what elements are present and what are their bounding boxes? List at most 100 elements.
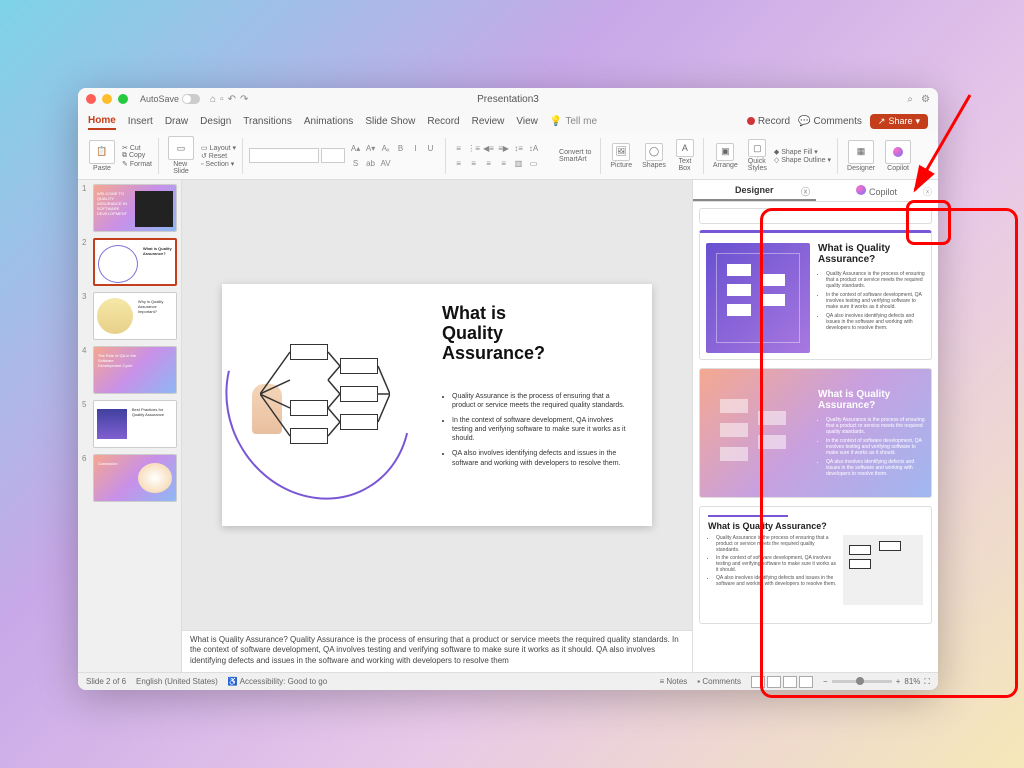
section-button[interactable]: ▫ Section ▾ [201, 160, 236, 168]
zoom-level[interactable]: 81% [904, 677, 920, 686]
panel-tab-copilot[interactable]: Copilotⓧ [816, 181, 939, 201]
align-right-icon[interactable]: ≡ [482, 157, 495, 170]
close-icon[interactable] [86, 94, 96, 104]
numbering-icon[interactable]: ⋮≡ [467, 142, 480, 155]
save-icon[interactable]: ▫ [220, 94, 224, 105]
thumbnail-6[interactable]: Conclusion [93, 454, 177, 502]
tab-insert[interactable]: Insert [128, 114, 153, 129]
font-size-input[interactable] [321, 148, 345, 163]
bullets-icon[interactable]: ≡ [452, 142, 465, 155]
design-suggestion-3[interactable]: What is Quality Assurance? Quality Assur… [699, 506, 932, 624]
tab-slideshow[interactable]: Slide Show [365, 114, 415, 129]
record-button[interactable]: Record [747, 116, 790, 127]
thumbnail-2[interactable]: What is Quality Assurance? [93, 238, 177, 286]
tab-draw[interactable]: Draw [165, 114, 188, 129]
copy-button[interactable]: ⧉ Copy [122, 152, 152, 160]
panel-search[interactable] [699, 208, 932, 224]
tell-me[interactable]: 💡 Tell me [550, 116, 597, 127]
quickstyles-button[interactable]: ▢Quick Styles [745, 139, 770, 172]
slide-body[interactable]: Quality Assurance is the process of ensu… [442, 392, 632, 474]
zoom-in-icon[interactable]: + [896, 677, 901, 686]
underline-icon[interactable]: U [424, 142, 437, 155]
suggestion-thumbnail [706, 243, 810, 353]
slide-title[interactable]: What is Quality Assurance? [442, 304, 545, 363]
bold-icon[interactable]: B [394, 142, 407, 155]
close-icon[interactable]: ⓧ [923, 185, 932, 198]
thumbnail-4[interactable]: The Role of QA in the Software Developme… [93, 346, 177, 394]
strike-icon[interactable]: S [349, 157, 362, 170]
close-icon[interactable]: ⓧ [801, 185, 810, 198]
decrease-font-icon[interactable]: A▾ [364, 142, 377, 155]
zoom-slider[interactable] [832, 680, 892, 683]
align-text-icon[interactable]: ▭ [527, 157, 540, 170]
columns-icon[interactable]: ▥ [512, 157, 525, 170]
new-slide-button[interactable]: ▭New Slide [165, 136, 197, 175]
thumbnail-3[interactable]: Why is Quality Assurance Important? [93, 292, 177, 340]
italic-icon[interactable]: I [409, 142, 422, 155]
design-suggestion-2[interactable]: What is Quality Assurance? Quality Assur… [699, 368, 932, 498]
cut-button[interactable]: ✂ Cut [122, 144, 152, 152]
tab-view[interactable]: View [516, 114, 538, 129]
sorter-view-icon[interactable] [767, 676, 781, 688]
redo-icon[interactable]: ↷ [240, 94, 248, 105]
convert-smartart[interactable]: Convert to SmartArt [556, 149, 594, 163]
thumbnail-1[interactable]: WELCOME TO QUALITY ASSURANCE IN SOFTWARE… [93, 184, 177, 232]
panel-tabs: Designerⓧ Copilotⓧ [693, 180, 938, 202]
slideshow-view-icon[interactable] [799, 676, 813, 688]
shapes-button[interactable]: ◯Shapes [639, 143, 669, 169]
shape-outline-button[interactable]: ◇ Shape Outline ▾ [774, 156, 831, 164]
textbox-button[interactable]: AText Box [673, 139, 697, 172]
tab-review[interactable]: Review [472, 114, 505, 129]
clear-format-icon[interactable]: Aₓ [379, 142, 392, 155]
increase-font-icon[interactable]: A▴ [349, 142, 362, 155]
layout-button[interactable]: ▭ Layout ▾ [201, 144, 236, 152]
tab-home[interactable]: Home [88, 113, 116, 130]
reading-view-icon[interactable] [783, 676, 797, 688]
reset-button[interactable]: ↺ Reset [201, 152, 236, 160]
tab-design[interactable]: Design [200, 114, 231, 129]
panel-tab-designer[interactable]: Designerⓧ [693, 181, 816, 201]
design-suggestion-1[interactable]: What is Quality Assurance? Quality Assur… [699, 230, 932, 360]
justify-icon[interactable]: ≡ [497, 157, 510, 170]
arrange-button[interactable]: ▣Arrange [710, 143, 741, 169]
normal-view-icon[interactable] [751, 676, 765, 688]
tab-transitions[interactable]: Transitions [243, 114, 292, 129]
zoom-out-icon[interactable]: − [823, 677, 828, 686]
thumbnail-5[interactable]: Best Practices for Quality Assurance [93, 400, 177, 448]
search-icon[interactable]: ⌕ [907, 94, 913, 105]
line-spacing-icon[interactable]: ↕≡ [512, 142, 525, 155]
notes-toggle[interactable]: ≡ Notes [659, 677, 687, 686]
speaker-notes[interactable]: What is Quality Assurance? Quality Assur… [182, 630, 692, 672]
copilot-button[interactable]: Copilot [882, 140, 914, 172]
language-indicator[interactable]: English (United States) [136, 677, 218, 686]
comments-button[interactable]: 💬 Comments [798, 116, 862, 127]
fit-icon[interactable]: ⛶ [924, 677, 930, 687]
shadow-icon[interactable]: ab [364, 157, 377, 170]
share-button[interactable]: ↗ Share ▾ [870, 114, 928, 129]
picture-button[interactable]: 🖼Picture [607, 143, 635, 169]
maximize-icon[interactable] [118, 94, 128, 104]
link-icon[interactable]: ⚙ [921, 94, 930, 105]
indent-inc-icon[interactable]: ≡▶ [497, 142, 510, 155]
tab-animations[interactable]: Animations [304, 114, 353, 129]
designer-button[interactable]: ▦Designer [844, 140, 878, 172]
tab-record[interactable]: Record [427, 114, 459, 129]
home-icon[interactable]: ⌂ [210, 94, 216, 105]
paste-group[interactable]: 📋Paste [86, 140, 118, 172]
slide-diagram [260, 344, 390, 444]
align-center-icon[interactable]: ≡ [467, 157, 480, 170]
format-button[interactable]: ✎ Format [122, 160, 152, 168]
text-direction-icon[interactable]: ↕A [527, 142, 540, 155]
switch-icon[interactable] [182, 94, 200, 104]
comments-toggle[interactable]: ▪ Comments [697, 677, 741, 686]
align-left-icon[interactable]: ≡ [452, 157, 465, 170]
autosave-toggle[interactable]: AutoSave [140, 94, 200, 104]
slide-editor[interactable]: What is Quality Assurance? Quality Assur… [182, 180, 692, 630]
undo-icon[interactable]: ↶ [228, 94, 236, 105]
font-family-input[interactable] [249, 148, 319, 163]
spacing-icon[interactable]: AV [379, 157, 392, 170]
shape-fill-button[interactable]: ◆ Shape Fill ▾ [774, 148, 831, 156]
indent-dec-icon[interactable]: ◀≡ [482, 142, 495, 155]
accessibility-status[interactable]: ♿ Accessibility: Good to go [228, 677, 327, 686]
minimize-icon[interactable] [102, 94, 112, 104]
